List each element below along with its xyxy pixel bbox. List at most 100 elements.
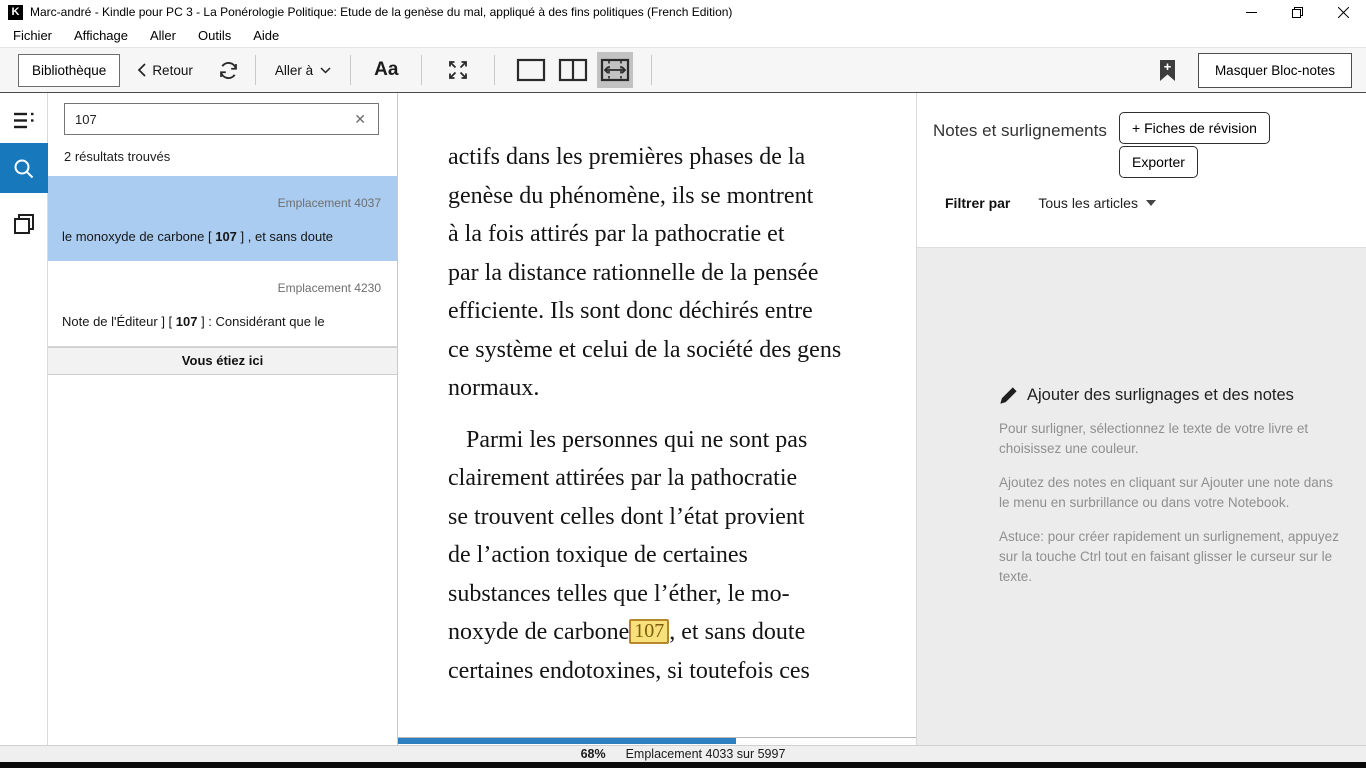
toolbar-divider	[651, 55, 652, 85]
search-input[interactable]	[75, 112, 352, 127]
flashcards-button[interactable]: + Fiches de révision	[1119, 112, 1270, 144]
result-snippet: le monoxyde de carbone [ 107 ] , et sans…	[62, 229, 381, 244]
help-paragraph: Ajoutez des notes en cliquant sur Ajoute…	[999, 473, 1344, 513]
filter-dropdown[interactable]: Tous les articles	[1038, 195, 1156, 211]
menu-fichier[interactable]: Fichier	[2, 28, 63, 43]
help-block: Ajouter des surlignages et des notes Pou…	[999, 386, 1344, 587]
book-line: se trouvent celles dont l’état provient	[448, 498, 916, 537]
pen-icon	[999, 386, 1018, 405]
result-location: Emplacement 4037	[62, 196, 381, 210]
book-line: genèse du phénomène, ils se montrent	[448, 177, 916, 216]
menu-bar: Fichier Affichage Aller Outils Aide	[0, 24, 1366, 47]
title-bar: K Marc-andré - Kindle pour PC 3 - La Pon…	[0, 0, 1366, 24]
sync-icon	[217, 59, 240, 82]
notes-panel: Notes et surlignements + Fiches de révis…	[917, 93, 1366, 745]
book-text: actifs dans les premières phases de la g…	[448, 138, 916, 690]
windows-button[interactable]	[0, 201, 48, 247]
reading-progress-bar[interactable]	[398, 737, 916, 744]
goto-label: Aller à	[275, 63, 313, 78]
result-snippet: Note de l'Éditeur ] [ 107 ] : Considéran…	[62, 314, 381, 329]
toolbar-divider	[350, 55, 351, 85]
toolbar-divider	[494, 55, 495, 85]
book-line: de l’action toxique de certaines	[448, 536, 916, 575]
two-page-view-button[interactable]	[555, 52, 591, 88]
close-button[interactable]	[1320, 0, 1366, 24]
minimize-icon	[1246, 7, 1257, 18]
font-settings-button[interactable]: Aa	[366, 59, 406, 81]
menu-affichage[interactable]: Affichage	[63, 28, 139, 43]
toc-button[interactable]	[0, 97, 48, 143]
sync-button[interactable]	[217, 59, 240, 82]
results-count: 2 résultats trouvés	[64, 149, 381, 164]
book-line: par la distance rationnelle de la pensée	[448, 254, 916, 293]
restore-icon	[1292, 7, 1303, 18]
footnote-link-highlighted[interactable]: 107	[629, 619, 669, 644]
toc-icon	[14, 112, 34, 129]
book-line: Parmi les personnes qui ne sont pas	[448, 421, 916, 460]
fullscreen-button[interactable]	[440, 52, 476, 88]
book-line: efficiente. Ils sont donc déchirés entre	[448, 292, 916, 331]
help-title: Ajouter des surlignages et des notes	[1027, 386, 1294, 405]
book-line: actifs dans les premières phases de la	[448, 138, 916, 177]
book-line: normaux.	[448, 369, 916, 408]
book-line: certaines endotoxines, si toutefois ces	[448, 652, 916, 691]
library-button[interactable]: Bibliothèque	[18, 54, 120, 87]
book-line: ce système et celui de la société des ge…	[448, 331, 916, 370]
help-paragraph: Pour surligner, sélectionnez le texte de…	[999, 419, 1344, 459]
back-button[interactable]: Retour	[137, 63, 193, 78]
chevron-down-icon	[320, 67, 331, 74]
single-page-view-button[interactable]	[513, 52, 549, 88]
export-button[interactable]: Exporter	[1119, 146, 1198, 178]
toolbar: Bibliothèque Retour Aller à Aa	[0, 47, 1366, 93]
goto-dropdown[interactable]: Aller à	[271, 63, 335, 78]
filter-value: Tous les articles	[1038, 195, 1138, 211]
layers-icon	[14, 214, 34, 234]
notes-body: Ajouter des surlignages et des notes Pou…	[917, 248, 1366, 745]
toolbar-divider	[255, 55, 256, 85]
menu-outils[interactable]: Outils	[187, 28, 242, 43]
search-result-1[interactable]: Emplacement 4037 le monoxyde de carbone …	[48, 176, 397, 261]
you-were-here-button[interactable]: Vous étiez ici	[48, 347, 397, 375]
book-line-with-footnote: noxyde de carbone107, et sans doute	[448, 613, 916, 652]
toolbar-divider	[421, 55, 422, 85]
location-status: Emplacement 4033 sur 5997	[626, 747, 786, 761]
notes-header: Notes et surlignements + Fiches de révis…	[917, 93, 1366, 248]
search-icon	[13, 158, 34, 179]
fit-width-view-button[interactable]	[597, 52, 633, 88]
reading-pane[interactable]: actifs dans les premières phases de la g…	[398, 93, 917, 745]
chevron-left-icon	[137, 63, 146, 77]
book-paragraph: Parmi les personnes qui ne sont pas clai…	[448, 421, 916, 691]
single-page-icon	[516, 58, 546, 82]
back-label: Retour	[152, 63, 193, 78]
search-box: ✕	[64, 103, 379, 135]
search-panel: ✕ 2 résultats trouvés Emplacement 4037 l…	[48, 93, 398, 745]
bookmark-add-icon	[1159, 59, 1176, 82]
left-rail	[0, 93, 48, 745]
search-result-2[interactable]: Emplacement 4230 Note de l'Éditeur ] [ 1…	[48, 261, 397, 347]
dropdown-arrow-icon	[1146, 200, 1156, 206]
book-paragraph: actifs dans les premières phases de la g…	[448, 138, 916, 408]
restore-button[interactable]	[1274, 0, 1320, 24]
filter-label: Filtrer par	[945, 195, 1010, 211]
two-page-icon	[558, 58, 588, 82]
menu-aide[interactable]: Aide	[242, 28, 290, 43]
progress-percent: 68%	[581, 747, 606, 761]
book-line: à la fois attirés par la pathocratie et	[448, 215, 916, 254]
menu-aller[interactable]: Aller	[139, 28, 187, 43]
minimize-button[interactable]	[1228, 0, 1274, 24]
window-title: Marc-andré - Kindle pour PC 3 - La Ponér…	[30, 5, 732, 19]
book-line: clairement attirées par la pathocratie	[448, 459, 916, 498]
status-bar: 68% Emplacement 4033 sur 5997	[0, 745, 1366, 762]
result-location: Emplacement 4230	[62, 281, 381, 295]
hide-notebook-button[interactable]: Masquer Bloc-notes	[1198, 53, 1352, 88]
help-title-row: Ajouter des surlignages et des notes	[999, 386, 1344, 405]
help-paragraph: Astuce: pour créer rapidement un surlign…	[999, 527, 1344, 587]
fullscreen-icon	[446, 58, 470, 82]
bottom-strip	[0, 762, 1366, 768]
add-bookmark-button[interactable]	[1159, 59, 1176, 82]
fit-width-icon	[600, 58, 630, 82]
search-tab-button[interactable]	[0, 143, 48, 193]
reading-progress-fill	[398, 738, 736, 744]
clear-search-icon[interactable]: ✕	[352, 111, 368, 128]
kindle-logo-icon: K	[8, 5, 23, 20]
